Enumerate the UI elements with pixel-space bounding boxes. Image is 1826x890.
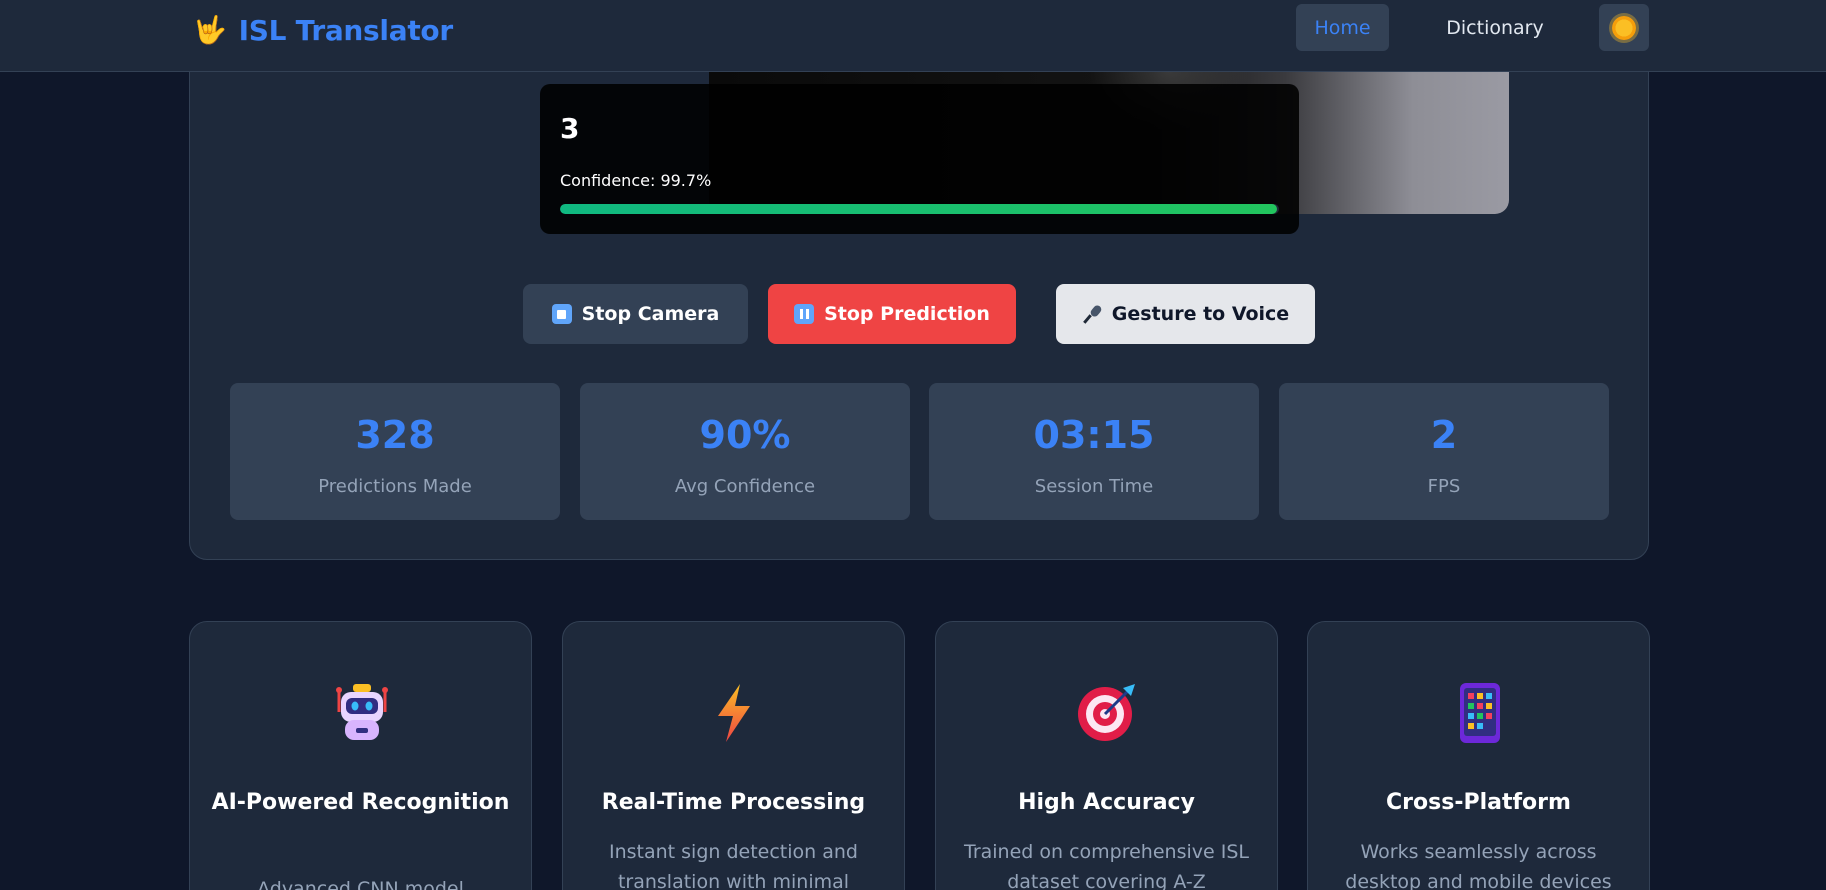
target-icon: [1078, 684, 1135, 741]
feature-description: Advanced CNN model: [257, 878, 464, 890]
stat-value: 90%: [699, 413, 791, 457]
stop-prediction-label: Stop Prediction: [824, 303, 990, 325]
lightning-icon: [718, 684, 750, 742]
confidence-bar-fill: [560, 204, 1277, 214]
stat-label: Avg Confidence: [674, 476, 816, 497]
feature-card-ai: AI-Powered Recognition Advanced CNN mode…: [189, 621, 532, 890]
sun-icon: [1612, 15, 1636, 40]
stat-value: 328: [355, 413, 435, 457]
confidence-bar: [560, 204, 1279, 214]
brand-title: ISL Translator: [238, 13, 454, 47]
stat-value: 2: [1430, 413, 1458, 457]
feature-title: Real-Time Processing: [601, 790, 866, 815]
feature-card-realtime: Real-Time Processing Instant sign detect…: [562, 621, 905, 890]
feature-title: Cross-Platform: [1386, 790, 1571, 815]
stop-icon: [551, 304, 572, 324]
gesture-to-voice-label: Gesture to Voice: [1111, 303, 1290, 325]
feature-description: Trained on comprehensive ISL dataset cov…: [964, 841, 1249, 890]
feature-card-cross-platform: Cross-Platform Works seamlessly across d…: [1307, 621, 1650, 890]
page: 3 Confidence: 99.7% Stop Camera Stop Pre…: [0, 0, 1826, 890]
stat-fps: 2 FPS: [1279, 383, 1609, 520]
stat-predictions: 328 Predictions Made: [230, 383, 560, 520]
nav-link-dictionary[interactable]: Dictionary: [1430, 4, 1560, 51]
feature-description: Instant sign detection and translation w…: [608, 841, 858, 890]
predicted-sign: 3: [560, 112, 580, 145]
pause-icon: [794, 304, 815, 324]
feature-card-accuracy: High Accuracy Trained on comprehensive I…: [935, 621, 1278, 890]
gesture-to-voice-button[interactable]: Gesture to Voice: [1056, 284, 1315, 344]
feature-title: AI-Powered Recognition: [211, 790, 510, 815]
robot-icon: [336, 684, 388, 740]
stat-value: 03:15: [1033, 413, 1155, 457]
feature-title: High Accuracy: [1018, 790, 1195, 815]
stat-label: Predictions Made: [318, 476, 472, 497]
stop-camera-button[interactable]: Stop Camera: [523, 284, 748, 344]
theme-toggle-button[interactable]: [1599, 4, 1649, 51]
stop-prediction-button[interactable]: Stop Prediction: [768, 284, 1016, 344]
mobile-icon: [1460, 683, 1500, 743]
stat-label: Session Time: [1034, 476, 1154, 497]
prediction-overlay: 3 Confidence: 99.7%: [540, 84, 1299, 234]
feature-description: Works seamlessly across desktop and mobi…: [1345, 841, 1612, 890]
stat-avg-confidence: 90% Avg Confidence: [580, 383, 910, 520]
microphone-icon: [1082, 303, 1103, 324]
nav-link-home[interactable]: Home: [1296, 4, 1389, 51]
stat-session-time: 03:15 Session Time: [929, 383, 1259, 520]
hand-sign-icon: 🤟: [193, 14, 227, 46]
navbar: 🤟 ISL Translator Home Dictionary: [0, 0, 1826, 72]
stat-label: FPS: [1427, 476, 1461, 497]
brand[interactable]: 🤟 ISL Translator: [193, 10, 453, 50]
confidence-label: Confidence: 99.7%: [560, 171, 712, 190]
stop-camera-label: Stop Camera: [581, 303, 720, 325]
